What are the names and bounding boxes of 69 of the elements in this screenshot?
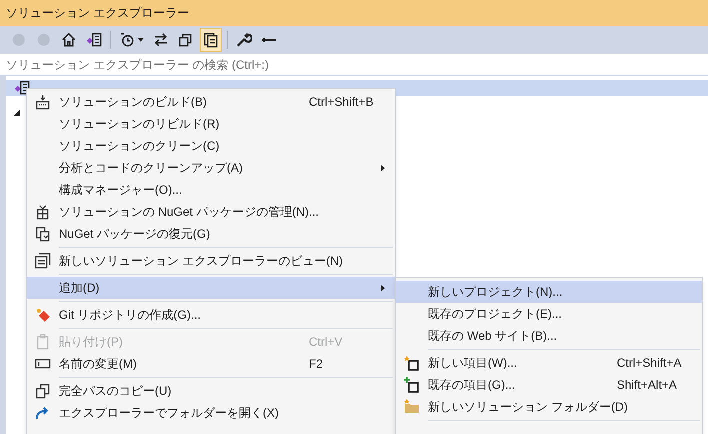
menu-item[interactable]: 分析とコードのクリーンアップ(A) xyxy=(27,157,395,179)
menu-item-label: 新しい項目(W)... xyxy=(428,355,518,372)
restore-package-icon xyxy=(35,226,51,242)
forward-icon xyxy=(36,32,52,48)
menu-item-label: エクスプローラーでフォルダーを開く(X) xyxy=(59,405,279,422)
menu-item[interactable]: 新しいソリューション フォルダー(D) xyxy=(396,396,702,418)
menu-item-label: ソリューションのクリーン(C) xyxy=(59,138,220,155)
menu-item-label: Git リポジトリの作成(G)... xyxy=(59,307,201,324)
folder-icon xyxy=(404,399,420,415)
menu-item[interactable]: ソリューションのリビルド(R) xyxy=(27,113,395,135)
menu-item[interactable]: NuGet パッケージの復元(G) xyxy=(27,223,395,245)
window-title: ソリューション エクスプローラー xyxy=(6,5,190,22)
menu-item-label: 既存の項目(G)... xyxy=(428,377,516,394)
menu-item[interactable]: 既存の Web サイト(B)... xyxy=(396,325,702,347)
history-icon xyxy=(119,32,135,48)
menu-item-label: 完全パスのコピー(U) xyxy=(59,383,172,400)
menu-item[interactable]: 新しいソリューション エクスプローラーのビュー(N) xyxy=(27,250,395,272)
menu-item-label: 貼り付け(P) xyxy=(59,334,123,351)
menu-item-label: 名前の変更(M) xyxy=(59,356,137,373)
menu-item[interactable]: ソリューションのビルド(B) Ctrl+Shift+B xyxy=(27,91,395,113)
back-icon xyxy=(11,32,27,48)
new-item-icon xyxy=(404,355,420,371)
git-icon xyxy=(35,307,51,323)
add-existing-item-icon xyxy=(404,377,420,393)
menu-item[interactable]: 新しいプロジェクト(N)... xyxy=(396,281,702,303)
redo-arrow-icon xyxy=(35,405,51,421)
copy-icon xyxy=(35,383,51,399)
dropdown-caret-icon xyxy=(138,38,144,42)
menu-item[interactable]: エクスプローラーでフォルダーを開く(X) xyxy=(27,402,395,424)
menu-item-label: ソリューションの NuGet パッケージの管理(N)... xyxy=(59,204,320,221)
shortcut-label: Ctrl+V xyxy=(309,334,343,351)
sync-icon xyxy=(153,32,169,48)
expander-icon[interactable] xyxy=(14,110,20,116)
menu-item[interactable]: 追加(D) xyxy=(27,277,395,299)
menu-item-label: 追加(D) xyxy=(59,280,100,297)
menu-item[interactable]: 構成マネージャー(O)... xyxy=(27,179,395,201)
menu-item-label: 新しいソリューション フォルダー(D) xyxy=(428,399,628,416)
build-icon xyxy=(35,94,51,110)
menu-item[interactable]: 名前の変更(M) F2 xyxy=(27,353,395,375)
menu-item-label: 新しいソリューション エクスプローラーのビュー(N) xyxy=(59,253,343,270)
collapse-icon xyxy=(178,32,194,48)
menu-item-label: NuGet パッケージの復元(G) xyxy=(59,226,210,243)
menu-item-label: 既存のプロジェクト(E)... xyxy=(428,306,562,323)
toolbar-button[interactable] xyxy=(200,28,222,52)
shortcut-label: F2 xyxy=(309,356,324,373)
wrench-icon xyxy=(236,32,252,48)
menu-item[interactable]: 完全パスのコピー(U) xyxy=(27,380,395,402)
home-icon xyxy=(61,32,77,48)
show-files-icon xyxy=(203,32,219,48)
menu-item[interactable]: Git リポジトリの作成(G)... xyxy=(27,304,395,326)
menu-item[interactable]: ソリューションのクリーン(C) xyxy=(27,135,395,157)
menu-item[interactable]: 既存の項目(G)... Shift+Alt+A xyxy=(396,374,702,396)
solution-icon xyxy=(86,32,102,48)
package-icon xyxy=(35,204,51,220)
window-view-icon xyxy=(35,253,51,269)
shortcut-label: Shift+Alt+A xyxy=(617,377,678,394)
shortcut-label: Ctrl+Shift+B xyxy=(309,94,374,111)
shortcut-label: Ctrl+Shift+A xyxy=(617,355,682,372)
solution-icon xyxy=(14,80,30,96)
menu-item[interactable]: ソリューションの NuGet パッケージの管理(N)... xyxy=(27,201,395,223)
menu-item-label: 分析とコードのクリーンアップ(A) xyxy=(59,160,243,177)
paste-icon xyxy=(35,334,51,350)
menu-item-label: ソリューションのリビルド(R) xyxy=(59,116,220,133)
menu-item[interactable]: 新しい項目(W)... Ctrl+Shift+A xyxy=(396,352,702,374)
menu-item-label: 新しいプロジェクト(N)... xyxy=(428,284,563,301)
menu-item[interactable]: 既存のプロジェクト(E)... xyxy=(396,303,702,325)
menu-item-label: ソリューションのビルド(B) xyxy=(59,94,207,111)
menu-item-label: 既存の Web サイト(B)... xyxy=(428,328,558,345)
menu-item-label: 構成マネージャー(O)... xyxy=(59,182,182,199)
